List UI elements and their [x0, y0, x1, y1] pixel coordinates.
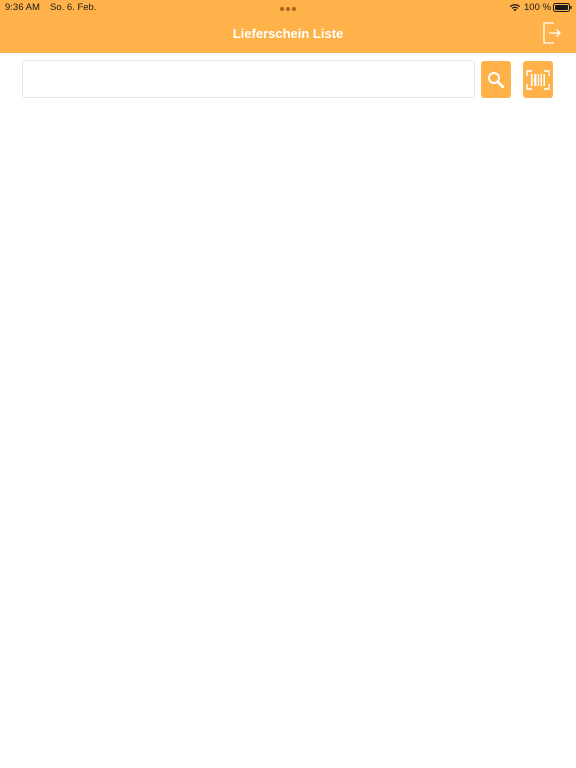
wifi-icon	[510, 4, 520, 12]
status-bar: 9:36 AM So. 6. Feb. 100 %	[0, 0, 576, 16]
battery-full-icon	[553, 3, 572, 12]
multitasking-dots-icon[interactable]	[280, 7, 296, 11]
status-time: 9:36 AM	[5, 2, 40, 13]
battery-percent: 100 %	[524, 2, 551, 13]
search-icon	[488, 71, 505, 88]
search-button[interactable]	[481, 61, 511, 98]
logout-button[interactable]	[541, 21, 563, 45]
search-input[interactable]	[22, 60, 475, 98]
status-date: So. 6. Feb.	[50, 2, 97, 13]
barcode-scan-button[interactable]	[523, 61, 553, 98]
logout-icon	[543, 22, 561, 44]
delivery-note-list	[0, 110, 576, 768]
top-bar: 9:36 AM So. 6. Feb. 100 % Lieferschein L…	[0, 0, 576, 53]
barcode-scan-icon	[526, 69, 550, 90]
page-title: Lieferschein Liste	[232, 26, 344, 41]
